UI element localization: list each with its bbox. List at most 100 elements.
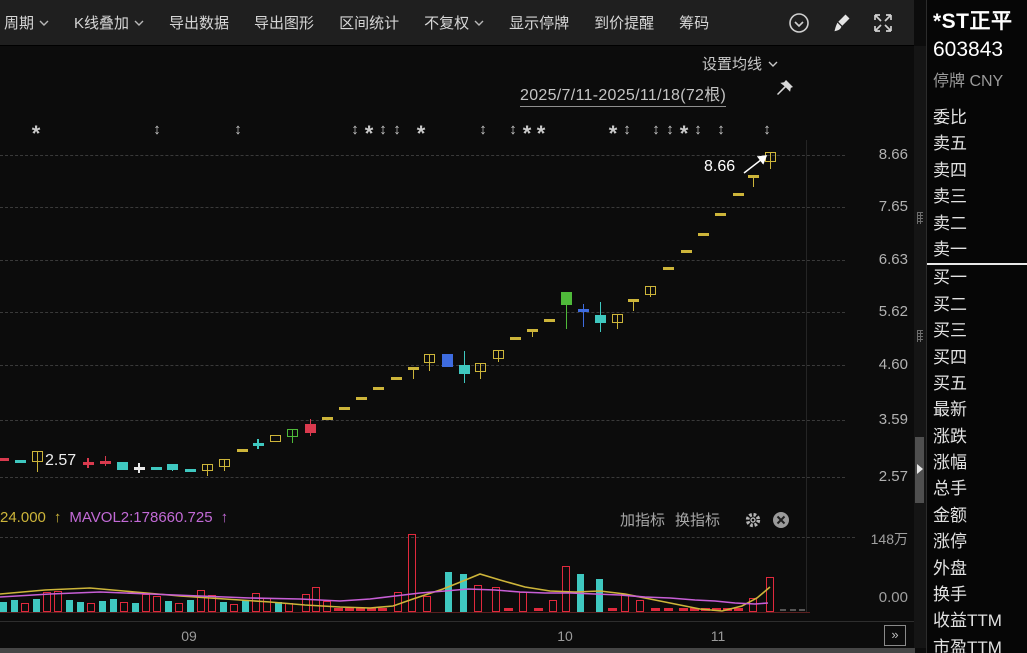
quote-row-19[interactable]: 收益TTM	[927, 608, 1027, 634]
event-marker-icon: ↕	[760, 121, 774, 138]
volume-bar	[132, 603, 139, 612]
add-indicator-button[interactable]: 加指标	[620, 509, 665, 530]
toolbar-item-label: 导出图形	[254, 12, 314, 33]
toolbar-item-5[interactable]: 不复权	[424, 12, 484, 33]
gear-icon[interactable]	[744, 511, 762, 529]
volume-bar	[323, 601, 331, 612]
mavol1-value: 24.000	[0, 509, 46, 526]
quote-row-18[interactable]: 换手	[927, 582, 1027, 608]
quote-row-7[interactable]: 买二	[927, 292, 1027, 318]
price-axis-label: 3.59	[845, 411, 908, 428]
quote-row-15[interactable]: 金额	[927, 503, 1027, 529]
expand-panel-button[interactable]: »	[884, 625, 906, 646]
candle	[117, 462, 128, 470]
toolbar-item-0[interactable]: 周期	[4, 12, 49, 33]
price-axis-label: 7.65	[845, 198, 908, 215]
volume-bar	[690, 608, 699, 611]
volume-pane-tools: 加指标 换指标	[620, 509, 790, 530]
volume-bar	[367, 608, 376, 611]
toolbar-item-label: 显示停牌	[509, 12, 569, 33]
candle	[442, 354, 453, 367]
price-gridline	[0, 260, 845, 261]
quote-row-10[interactable]: 买五	[927, 371, 1027, 397]
quote-row-5[interactable]: 卖一	[927, 237, 1027, 263]
quote-row-2[interactable]: 卖四	[927, 158, 1027, 184]
volume-bar	[110, 599, 117, 612]
volume-bar	[562, 566, 570, 612]
volume-bar	[263, 598, 271, 612]
quote-row-16[interactable]: 涨停	[927, 529, 1027, 555]
quote-row-12[interactable]: 涨跌	[927, 424, 1027, 450]
switch-indicator-button[interactable]: 换指标	[675, 509, 720, 530]
event-marker-icon: *	[678, 121, 690, 147]
quote-row-11[interactable]: 最新	[927, 397, 1027, 423]
quote-row-6[interactable]: 买一	[927, 265, 1027, 291]
candle	[185, 469, 196, 472]
brush-icon[interactable]	[830, 12, 852, 34]
volume-bar	[394, 592, 402, 612]
volume-bar	[197, 590, 205, 612]
price-axis-label: 2.57	[845, 468, 908, 485]
clock-circle-icon[interactable]	[788, 12, 810, 34]
quote-row-14[interactable]: 总手	[927, 476, 1027, 502]
fullscreen-icon[interactable]	[872, 12, 894, 34]
x-axis-tick: 10	[545, 628, 585, 644]
high-price-annotation: 8.66	[704, 158, 735, 176]
toolbar-item-2[interactable]: 导出数据	[169, 12, 229, 33]
price-gridline	[0, 155, 845, 156]
event-marker-icon: ↕	[691, 121, 705, 138]
volume-bar	[596, 579, 603, 612]
mavol1-arrow-icon: ↑	[54, 509, 62, 526]
date-range-link[interactable]: 2025/7/11-2025/11/18(72根)	[520, 81, 726, 107]
toolbar-item-4[interactable]: 区间统计	[339, 12, 399, 33]
candle	[681, 250, 692, 253]
toolbar-item-8[interactable]: 筹码	[679, 12, 709, 33]
event-marker-icon: *	[30, 121, 42, 147]
chevron-down-icon	[39, 20, 49, 26]
window-bottom-edge	[0, 648, 915, 653]
candle	[15, 460, 26, 463]
splitter-grip[interactable]	[917, 330, 923, 342]
volume-bar	[460, 574, 467, 612]
x-axis-tick: 11	[698, 628, 738, 644]
splitter-grip[interactable]	[917, 212, 923, 224]
volume-axis-zero-label: 0.00	[840, 589, 908, 606]
volume-bar	[636, 600, 644, 612]
price-gridline	[0, 365, 845, 366]
toolbar-item-3[interactable]: 导出图形	[254, 12, 314, 33]
volume-bar	[445, 572, 452, 612]
quote-row-0[interactable]: 委比	[927, 105, 1027, 131]
toolbar-item-6[interactable]: 显示停牌	[509, 12, 569, 33]
event-marker-icon: ↕	[231, 121, 245, 138]
panel-splitter[interactable]	[914, 46, 926, 648]
volume-bar	[534, 608, 543, 611]
volume-bar	[275, 602, 282, 612]
quote-row-4[interactable]: 卖二	[927, 211, 1027, 237]
candle	[32, 451, 43, 462]
quote-row-1[interactable]: 卖五	[927, 131, 1027, 157]
volume-bar	[334, 608, 343, 611]
quote-row-17[interactable]: 外盘	[927, 556, 1027, 582]
pin-icon[interactable]	[774, 79, 794, 99]
chevron-down-icon	[768, 61, 778, 67]
stock-name: *ST正平	[933, 5, 1027, 35]
toolbar-item-7[interactable]: 到价提醒	[594, 12, 654, 33]
quote-row-13[interactable]: 涨幅	[927, 450, 1027, 476]
volume-bar	[175, 603, 183, 612]
toolbar-item-1[interactable]: K线叠加	[74, 12, 144, 33]
volume-gridline	[0, 537, 855, 538]
close-indicator-icon[interactable]	[772, 511, 790, 529]
ma-settings-dropdown[interactable]: 设置均线	[702, 53, 778, 74]
quote-row-3[interactable]: 卖三	[927, 184, 1027, 210]
stock-status: 停牌 CNY	[933, 67, 1027, 91]
quote-row-8[interactable]: 买三	[927, 318, 1027, 344]
volume-bar	[0, 602, 7, 612]
candle	[356, 397, 367, 400]
quote-row-20[interactable]: 市盈TTM	[927, 635, 1027, 653]
event-marker-icon: ↕	[476, 121, 490, 138]
quote-row-9[interactable]: 买四	[927, 345, 1027, 371]
event-marker-icon: ↕	[649, 121, 663, 138]
volume-bar	[577, 574, 584, 612]
candle	[373, 387, 384, 390]
collapse-panel-handle[interactable]	[915, 437, 924, 503]
